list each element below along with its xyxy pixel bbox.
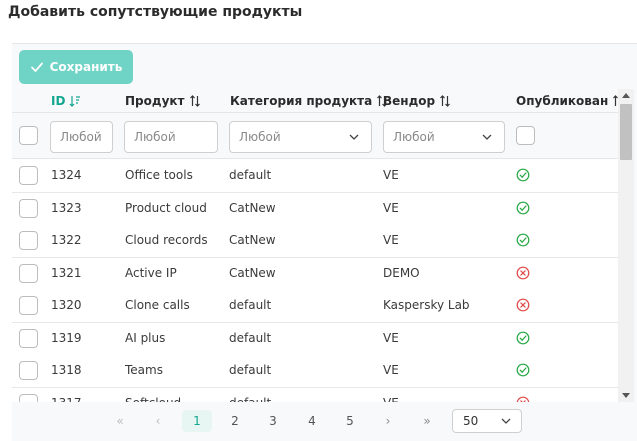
published-check-icon: [516, 331, 530, 344]
row-id: 1322: [51, 233, 82, 247]
id-filter-input[interactable]: Любой: [50, 121, 113, 153]
table-row[interactable]: 1322 Cloud records CatNew VE: [12, 225, 618, 258]
product-filter-input[interactable]: Любой: [124, 121, 218, 153]
column-header-category[interactable]: Категория продукта: [230, 94, 388, 108]
row-checkbox[interactable]: [19, 166, 38, 185]
filter-row: Любой Любой Любой Любой: [12, 113, 618, 159]
table-row[interactable]: 1317 Softcloud default VE: [12, 387, 618, 403]
scroll-down-arrow-icon[interactable]: [622, 393, 630, 398]
table-row[interactable]: 1319 AI plus default VE: [12, 322, 618, 356]
chevron-down-icon: [349, 134, 359, 140]
save-button-label: Сохранить: [49, 60, 123, 74]
published-filter-checkbox[interactable]: [516, 126, 535, 145]
row-category: default: [229, 396, 271, 403]
row-id: 1321: [51, 265, 82, 280]
column-header-published[interactable]: Опубликован: [516, 94, 618, 108]
row-category: default: [229, 168, 272, 182]
row-category: CatNew: [229, 200, 276, 215]
select-all-checkbox[interactable]: [19, 126, 38, 145]
row-vendor: Kaspersky Lab: [383, 298, 470, 312]
row-vendor: VE: [383, 363, 399, 377]
row-checkbox[interactable]: [19, 393, 38, 402]
row-checkbox[interactable]: [19, 231, 38, 250]
chevron-down-icon: [501, 418, 511, 424]
row-vendor: VE: [383, 233, 399, 247]
row-product: Cloud records: [125, 233, 208, 247]
first-page-button[interactable]: «: [105, 410, 135, 432]
sort-icon: [189, 95, 200, 107]
row-product: Softcloud: [125, 396, 181, 403]
table-row[interactable]: 1320 Clone calls default Kaspersky Lab: [12, 290, 618, 323]
row-vendor: VE: [383, 330, 399, 345]
row-checkbox[interactable]: [19, 296, 38, 315]
column-header-vendor[interactable]: Вендор: [383, 94, 451, 108]
table-row[interactable]: 1324 Office tools default VE: [12, 160, 618, 193]
next-page-button[interactable]: ›: [373, 410, 403, 432]
table-header: ID Продукт Категория продукта Вендор Опу…: [12, 89, 618, 113]
table-row[interactable]: 1318 Teams default VE: [12, 355, 618, 388]
table-scrollbar[interactable]: [618, 89, 634, 402]
row-product: Teams: [125, 363, 163, 377]
row-id: 1319: [51, 330, 82, 345]
row-checkbox[interactable]: [19, 263, 38, 283]
page-size-select[interactable]: 50: [452, 409, 522, 433]
published-check-icon: [516, 201, 530, 214]
row-product: Product cloud: [125, 200, 207, 215]
row-product: Active IP: [125, 265, 177, 280]
products-table: ID Продукт Категория продукта Вендор Опу…: [12, 89, 618, 402]
row-vendor: VE: [383, 396, 399, 403]
row-product: AI plus: [125, 330, 166, 345]
page-5-button[interactable]: 5: [335, 410, 365, 432]
page-2-button[interactable]: 2: [220, 410, 250, 432]
unpublished-x-icon: [516, 396, 530, 402]
published-check-icon: [516, 233, 530, 247]
page-4-button[interactable]: 4: [297, 410, 327, 432]
row-vendor: VE: [383, 200, 399, 215]
page-title: Добавить сопутствующие продукты: [8, 4, 303, 20]
row-product: Office tools: [125, 168, 193, 182]
vendor-filter-select[interactable]: Любой: [383, 121, 505, 153]
row-vendor: VE: [383, 168, 399, 182]
row-product: Clone calls: [125, 298, 190, 312]
unpublished-x-icon: [516, 266, 530, 279]
row-checkbox[interactable]: [19, 361, 38, 380]
save-button[interactable]: Сохранить: [19, 50, 133, 84]
column-header-product[interactable]: Продукт: [125, 94, 201, 108]
page-1-button[interactable]: 1: [182, 410, 212, 432]
column-header-id[interactable]: ID: [51, 94, 81, 108]
sort-desc-icon: [70, 96, 81, 107]
table-row[interactable]: 1321 Active IP CatNew DEMO: [12, 257, 618, 291]
published-check-icon: [516, 363, 530, 377]
row-id: 1324: [51, 168, 82, 182]
chevron-down-icon: [482, 134, 492, 140]
row-checkbox[interactable]: [19, 198, 38, 218]
table-row[interactable]: 1323 Product cloud CatNew VE: [12, 192, 618, 226]
scroll-up-arrow-icon[interactable]: [622, 93, 630, 98]
row-id: 1320: [51, 298, 82, 312]
row-category: default: [229, 330, 272, 345]
row-category: CatNew: [229, 265, 276, 280]
row-vendor: DEMO: [383, 265, 420, 280]
row-id: 1318: [51, 363, 82, 377]
published-check-icon: [516, 168, 530, 182]
row-id: 1323: [51, 200, 82, 215]
scroll-thumb[interactable]: [620, 104, 632, 160]
row-category: CatNew: [229, 233, 276, 247]
sort-icon: [440, 95, 451, 107]
row-id: 1317: [51, 396, 82, 403]
unpublished-x-icon: [516, 298, 530, 312]
row-checkbox[interactable]: [19, 328, 38, 348]
prev-page-button[interactable]: ‹: [143, 410, 173, 432]
pagination: « ‹ 1 2 3 4 5 › » 50: [0, 406, 637, 436]
row-category: default: [229, 363, 272, 377]
page-3-button[interactable]: 3: [258, 410, 288, 432]
row-category: default: [229, 298, 272, 312]
last-page-button[interactable]: »: [412, 410, 442, 432]
check-icon: [30, 62, 43, 72]
category-filter-select[interactable]: Любой: [229, 121, 372, 153]
